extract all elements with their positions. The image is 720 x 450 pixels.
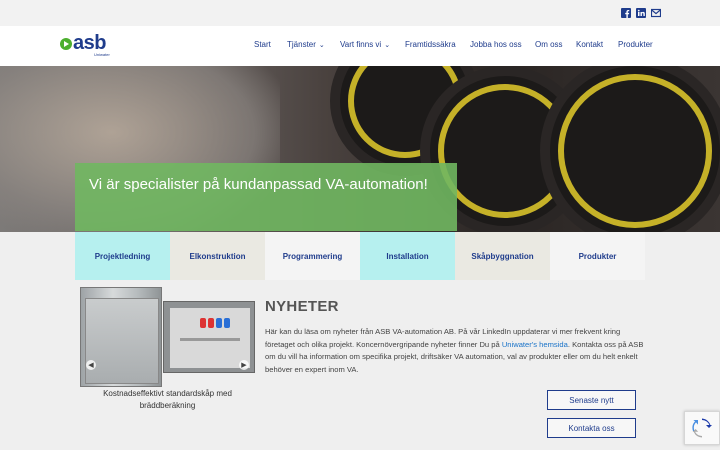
tab-label: Elkonstruktion: [189, 251, 246, 261]
chevron-down-icon: ⌄: [318, 42, 325, 49]
nav-label: Framtidssäkra: [405, 40, 456, 49]
tab-label: Produkter: [578, 251, 617, 261]
carousel-caption: Kostnadseffektivt standardskåp med brädd…: [103, 389, 232, 410]
linkedin-icon[interactable]: [636, 8, 646, 18]
recaptcha-badge[interactable]: [684, 411, 720, 445]
tab-produkter[interactable]: Produkter: [550, 232, 645, 280]
news-paragraph: Här kan du läsa om nyheter från ASB VA-a…: [265, 326, 645, 376]
hero-caption-text: Vi är specialister på kundanpassad VA-au…: [89, 176, 428, 193]
tab-programmering[interactable]: Programmering: [265, 232, 360, 280]
hero-caption: Vi är specialister på kundanpassad VA-au…: [75, 163, 457, 231]
arrow-left-icon: ◀: [88, 362, 94, 369]
product-carousel: ◀ ▶: [80, 287, 255, 387]
tab-label: Projektledning: [94, 251, 151, 261]
carousel-prev-button[interactable]: ◀: [86, 360, 96, 370]
nav-item-om-oss[interactable]: Om oss: [535, 40, 563, 49]
service-tabs: Projektledning Elkonstruktion Programmer…: [75, 232, 645, 280]
logo-subtext: Uniwater: [94, 52, 110, 57]
tab-label: Programmering: [282, 251, 343, 261]
contact-button[interactable]: Kontakta oss: [547, 418, 636, 438]
arrow-right-icon: ▶: [241, 362, 247, 369]
tab-skapbyggnation[interactable]: Skåpbyggnation: [455, 232, 550, 280]
nav-item-framtidssakra[interactable]: Framtidssäkra: [405, 40, 456, 49]
tab-label: Skåpbyggnation: [471, 251, 534, 261]
tab-installation[interactable]: Installation: [360, 232, 455, 280]
tab-elkonstruktion[interactable]: Elkonstruktion: [170, 232, 265, 280]
latest-news-button[interactable]: Senaste nytt: [547, 390, 636, 410]
news-title: NYHETER: [265, 298, 339, 315]
uniwater-link[interactable]: Uniwater's hemsida: [502, 340, 568, 349]
nav-item-kontakt[interactable]: Kontakt: [576, 40, 603, 49]
cable-reel-image: [540, 66, 720, 232]
nav-item-jobba-hos-oss[interactable]: Jobba hos oss: [470, 40, 522, 49]
mail-icon[interactable]: [651, 8, 661, 18]
nav-item-tjanster[interactable]: Tjänster ⌄: [287, 40, 325, 49]
nav-label: Kontakt: [576, 40, 604, 49]
asb-logo[interactable]: asb Uniwater: [60, 32, 120, 58]
carousel-next-button[interactable]: ▶: [239, 360, 249, 370]
logo-play-icon: [60, 38, 72, 50]
recaptcha-icon: [692, 418, 712, 438]
nav-item-produkter[interactable]: Produkter: [618, 40, 653, 49]
stainless-cabinet-image: [80, 287, 162, 387]
chevron-down-icon: ⌄: [384, 42, 391, 49]
tab-projektledning[interactable]: Projektledning: [75, 232, 170, 280]
top-bar: [0, 0, 720, 26]
facebook-icon[interactable]: [621, 8, 631, 18]
nav-label: Vart finns vi: [340, 40, 382, 49]
nav-label: Produkter: [618, 40, 653, 49]
tab-label: Installation: [386, 251, 429, 261]
nav-item-vart-finns-vi[interactable]: Vart finns vi ⌄: [340, 40, 390, 49]
nav-item-start[interactable]: Start: [254, 40, 271, 49]
nav-label: Tjänster: [287, 40, 316, 49]
nav-label: Jobba hos oss: [470, 40, 522, 49]
nav-label: Start: [254, 40, 271, 49]
nav-label: Om oss: [535, 40, 563, 49]
